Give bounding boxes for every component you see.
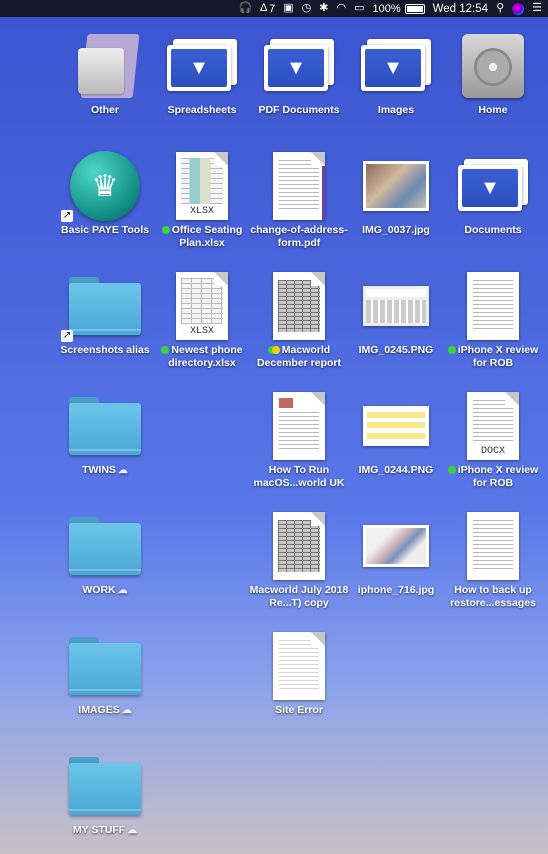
icloud-icon: ☁ xyxy=(127,825,138,836)
desktop-item-basic-paye-tools[interactable]: ♛ ↗ Basic PAYE Tools xyxy=(55,146,155,237)
desktop-item-change-of-address-form[interactable]: change-of-address-form.pdf xyxy=(249,146,349,250)
wifi-icon[interactable]: ◠ xyxy=(336,3,346,14)
green-tag-icon xyxy=(447,466,456,474)
item-label: Office Seating Plan.xlsx xyxy=(171,224,243,249)
screenshot-thumbnail xyxy=(363,406,429,446)
chevron-down-icon: ▼ xyxy=(365,49,421,87)
desktop-item-how-to-back-up[interactable]: How to back up restore...essages xyxy=(443,506,543,610)
photo-thumbnail xyxy=(363,525,429,567)
battery-status[interactable]: 100% xyxy=(373,3,425,15)
icloud-icon: ☁ xyxy=(117,585,128,596)
crown-icon: ♛ xyxy=(70,151,140,221)
stack-icon: ▼ xyxy=(167,39,237,93)
desktop-item-img-0037[interactable]: IMG_0037.jpg xyxy=(346,146,446,237)
desktop-item-my-stuff[interactable]: MY STUFF ☁ xyxy=(55,746,155,837)
desktop-item-iphone-716[interactable]: iphone_716.jpg xyxy=(346,506,446,597)
desktop-item-twins[interactable]: TWINS ☁ xyxy=(55,386,155,477)
hard-drive-icon xyxy=(462,34,524,98)
other-drive-icon xyxy=(74,34,140,98)
desktop-item-spreadsheets-stack[interactable]: ▼ Spreadsheets xyxy=(152,26,252,117)
time-machine-icon[interactable]: ◷ xyxy=(302,3,312,14)
document-icon xyxy=(273,632,325,700)
desktop-item-images-folder[interactable]: IMAGES ☁ xyxy=(55,626,155,717)
desktop-item-work[interactable]: WORK ☁ xyxy=(55,506,155,597)
item-label: iPhone X review for ROB xyxy=(457,344,539,369)
desktop-item-iphone-x-review-1[interactable]: iPhone X review for ROB xyxy=(443,266,543,370)
document-icon xyxy=(273,392,325,460)
battery-icon xyxy=(404,3,425,14)
folder-icon xyxy=(69,397,141,455)
stack-icon: ▼ xyxy=(361,39,431,93)
document-icon xyxy=(273,512,325,580)
xlsx-document-icon: XLSX xyxy=(176,272,228,340)
folder-icon xyxy=(69,757,141,815)
icloud-icon: ☁ xyxy=(117,465,128,476)
desktop-item-img-0245[interactable]: IMG_0245.PNG xyxy=(346,266,446,357)
screenshot-thumbnail xyxy=(363,286,429,326)
alias-arrow-icon: ↗ xyxy=(61,210,73,222)
desktop-item-newest-phone-directory[interactable]: XLSX Newest phone directory.xlsx xyxy=(152,266,252,370)
alias-arrow-icon: ↗ xyxy=(61,330,73,342)
desktop-item-how-to-run-macos[interactable]: How To Run macOS...world UK xyxy=(249,386,349,490)
stack-icon: ▼ xyxy=(264,39,334,93)
headphones-icon[interactable]: 🎧 xyxy=(239,3,253,14)
chevron-down-icon: ▼ xyxy=(462,169,518,207)
stack-icon: ▼ xyxy=(458,159,528,213)
desktop-item-screenshots-alias[interactable]: ↗ Screenshots alias xyxy=(55,266,155,357)
item-label: change-of-address-form.pdf xyxy=(250,224,348,249)
list-icon[interactable]: ☰ xyxy=(532,3,542,14)
desktop-item-macworld-december-report[interactable]: Macworld December report xyxy=(249,266,349,370)
photo-thumbnail xyxy=(363,161,429,211)
item-label: Macworld July 2018 Re...T) copy xyxy=(249,584,349,609)
desktop-item-img-0244[interactable]: IMG_0244.PNG xyxy=(346,386,446,477)
menu-bar: 🎧 ∆ 7 ▣ ◷ ✱ ◠ ▭ 100% Wed 12:54 ⚲ ☰ xyxy=(0,0,548,17)
siri-icon[interactable] xyxy=(512,2,525,15)
icloud-icon: ☁ xyxy=(121,705,132,716)
green-tag-icon xyxy=(161,346,170,354)
pdf-document-icon xyxy=(273,152,325,220)
adobe-menu-extra[interactable]: ∆ 7 xyxy=(260,3,275,15)
docx-document-icon: DOCX xyxy=(467,392,519,460)
clock[interactable]: Wed 12:54 xyxy=(433,3,488,15)
adobe-icon: ∆ xyxy=(260,2,268,14)
camera-off-icon[interactable]: ▣ xyxy=(283,3,293,14)
desktop-item-other[interactable]: Other xyxy=(55,26,155,117)
airplay-icon[interactable]: ▭ xyxy=(354,3,364,14)
desktop-item-images-stack[interactable]: ▼ Images xyxy=(346,26,446,117)
document-icon xyxy=(467,272,519,340)
document-icon xyxy=(273,272,325,340)
desktop-item-site-error[interactable]: Site Error xyxy=(249,626,349,717)
desktop-item-pdf-documents-stack[interactable]: ▼ PDF Documents xyxy=(249,26,349,117)
document-icon xyxy=(467,512,519,580)
item-label: How To Run macOS...world UK xyxy=(253,464,345,489)
xlsx-document-icon: XLSX xyxy=(176,152,228,220)
desktop-item-home[interactable]: Home xyxy=(443,26,543,117)
desktop-item-office-seating-plan[interactable]: XLSX Office Seating Plan.xlsx xyxy=(152,146,252,250)
bluetooth-icon[interactable]: ✱ xyxy=(319,3,328,14)
item-label: iPhone X review for ROB xyxy=(457,464,539,489)
desktop-item-documents-stack[interactable]: ▼ Documents xyxy=(443,146,543,237)
desktop-item-macworld-july-2018[interactable]: Macworld July 2018 Re...T) copy xyxy=(249,506,349,610)
search-icon[interactable]: ⚲ xyxy=(496,3,504,14)
item-label: How to back up restore...essages xyxy=(450,584,536,609)
folder-icon xyxy=(69,517,141,575)
folder-icon xyxy=(69,277,141,335)
green-tag-icon xyxy=(447,346,456,354)
chevron-down-icon: ▼ xyxy=(268,49,324,87)
yellow-tag-icon xyxy=(271,346,280,354)
chevron-down-icon: ▼ xyxy=(171,49,227,87)
folder-icon xyxy=(69,637,141,695)
desktop-item-iphone-x-review-2[interactable]: DOCX iPhone X review for ROB xyxy=(443,386,543,490)
green-tag-icon xyxy=(161,226,170,234)
item-label: Newest phone directory.xlsx xyxy=(168,344,243,369)
